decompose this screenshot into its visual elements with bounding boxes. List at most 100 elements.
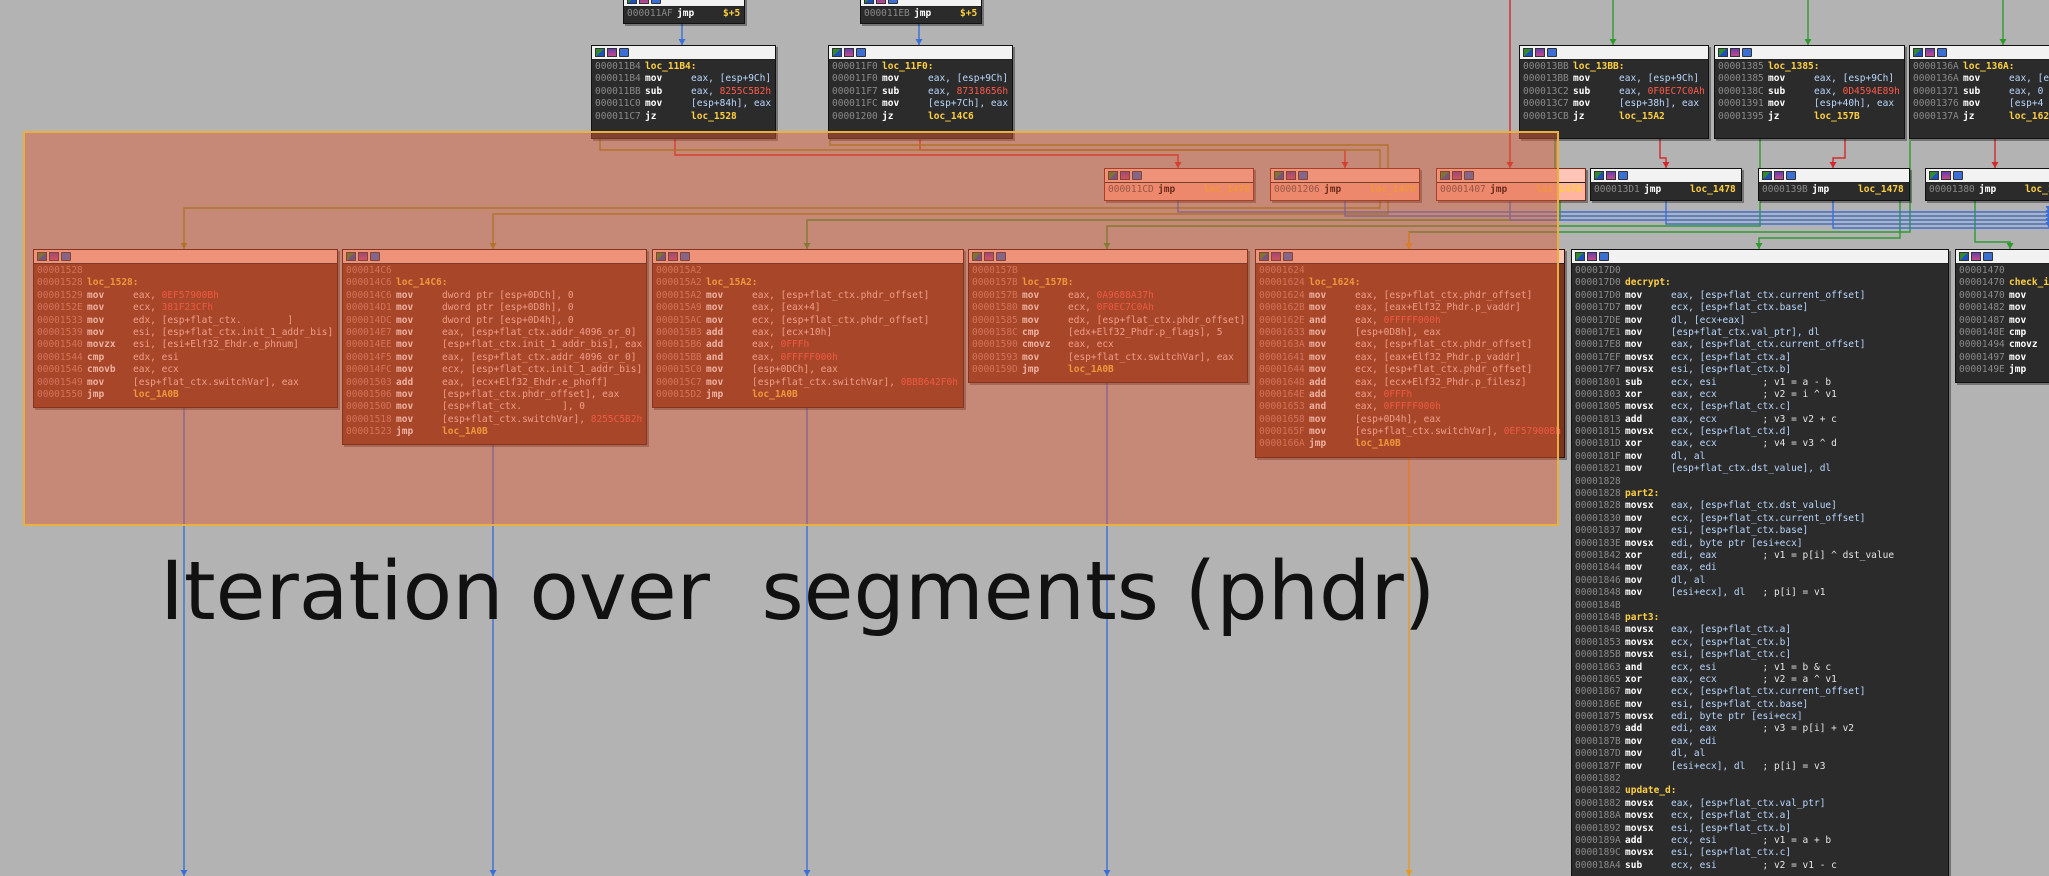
instruction-address: 00001837 [1575,525,1621,537]
instruction-mnemonic: add [1625,723,1643,735]
instruction-mnemonic: jmp [1979,184,1997,195]
graph-node-color-icon [595,48,605,57]
instruction-operand: eax, [esp+9Ch] [928,73,1009,85]
node-loc-136a[interactable]: 0000136A loc_136A: 0000136A mov eax, [e 00001… [1909,45,2049,139]
graph-node-group-icon [888,0,898,4]
instruction-mnemonic: movsx [1625,500,1654,512]
instruction-mnemonic: mov [1625,698,1643,710]
instruction-address: 000011B4 [595,61,641,72]
instruction-address: 0000183E [1575,537,1621,549]
instruction-mnemonic: mov [882,73,900,85]
node-jmp-1380[interactable]: 00001380 jmp loc_1478 [1925,168,2049,201]
graph-node-group-icon [1937,48,1947,57]
instruction-mnemonic: movsx [1625,636,1654,648]
instruction-mnemonic: mov [882,98,900,110]
instruction-address: 0000184B [1575,599,1621,611]
jump-target-link[interactable]: loc_14C6 [928,111,974,122]
asm-line: 00001470 [1959,265,2049,277]
jump-target-link[interactable]: loc_157B [1814,111,1860,122]
instruction-mnemonic: jz [1768,110,1780,122]
node-loc-11b4[interactable]: 000011B4 loc_11B4: 000011B4 mov eax, [esp+9C… [591,45,776,139]
instruction-operand: eax, [esp+flat_ctx.current_offset] [1671,339,1866,351]
instruction-mnemonic: mov [1625,760,1643,772]
instruction-address: 000013C7 [1523,98,1569,110]
instruction-mnemonic: add [1625,413,1643,425]
instruction-address: 0000187D [1575,748,1621,760]
instruction-mnemonic: jmp [2009,364,2027,376]
asm-line: 00001882 movsx eax, [esp+flat_ctx.val_ptr] [1575,798,1945,810]
instruction-address: 00001882 [1575,797,1621,809]
node-jmp-11af[interactable]: 000011AF jmp $+5 [623,0,745,24]
asm-line: 00001470 check_i [1959,277,2049,289]
asm-line: 000011FC mov [esp+7Ch], eax [832,98,1009,110]
instruction-address: 000017E1 [1575,326,1621,338]
instruction-address: 000013C2 [1523,85,1569,97]
edge-arrowhead [1103,870,1111,876]
instruction-mnemonic: movsx [1625,847,1654,859]
jump-target-link[interactable]: $+5 [960,8,977,19]
asm-line: 0000189A add ecx, esi ; v1 = a + b [1575,835,1945,847]
instruction-address: 000011B4 [595,73,641,85]
instruction-address: 000017EF [1575,351,1621,363]
jump-target-link[interactable]: loc_15A2 [1619,111,1665,122]
instruction-mnemonic: mov [2009,289,2027,301]
instruction-address: 000017E8 [1575,339,1621,351]
instruction-address: 000011EB [864,8,910,19]
node-loc-11f0[interactable]: 000011F0 loc_11F0: 000011F0 mov eax, [esp+9C… [828,45,1013,139]
node-check-i[interactable]: 00001470 00001470 check_i 00001470 mov 000014… [1955,249,2049,383]
instruction-mnemonic: and [1625,661,1643,673]
jump-target-link[interactable]: loc_1478 [1858,184,1904,195]
edge-arrowhead [2045,222,2049,228]
instruction-comment: ; v1 = b & c [1762,661,1832,673]
instruction-comment: ; v2 = a ^ v1 [1762,673,1837,685]
instruction-operand: [esp+flat_ctx.dst_value], dl [1671,463,1832,475]
instruction-address: 00001863 [1575,661,1621,673]
asm-line: 0000181F mov dl, al [1575,451,1945,463]
ida-graph-view[interactable]: 000011AF jmp $+5 000011EB jmp $+5 000011B4 lo… [0,0,2049,876]
instruction-mnemonic: mov [1625,463,1643,475]
asm-line: 0000138C sub eax, 0D4594E89h [1718,86,1901,98]
instruction-mnemonic: jmp [914,8,932,19]
instruction-comment: ; v3 = p[i] + v2 [1762,723,1855,735]
instruction-comment: ; p[i] = v3 [1762,760,1826,772]
instruction-mnemonic: movsx [1625,624,1654,636]
node-jmp-13d1[interactable]: 000013D1 jmp loc_1478 [1590,168,1742,201]
instruction-operand: esi, [esp+flat_ctx.b] [1671,364,1792,376]
instruction-mnemonic: mov [1625,302,1643,314]
graph-node-color-icon [1959,252,1969,261]
instruction-comment: ; v2 = i ^ v1 [1762,388,1837,400]
graph-node-edit-icon [1941,171,1951,180]
jump-target-link[interactable]: $+5 [723,8,740,19]
jump-target-link[interactable]: loc_1478 [2025,184,2049,195]
node-jmp-11eb[interactable]: 000011EB jmp $+5 [860,0,982,24]
instruction-address: 00001815 [1575,426,1621,438]
asm-line: 00001805 movsx ecx, [esp+flat_ctx.c] [1575,401,1945,413]
node-loc-1385[interactable]: 00001385 loc_1385: 00001385 mov eax, [esp+9C… [1714,45,1905,139]
instruction-address: 000017D0 [1575,277,1621,289]
instruction-address: 0000181D [1575,438,1621,450]
instruction-mnemonic: sub [1625,859,1643,871]
instruction-address: 0000136A [1913,61,1959,72]
instruction-address: 00001805 [1575,401,1621,413]
instruction-comment: ; v3 = v2 + c [1762,413,1837,425]
asm-line: 000013D1 jmp loc_1478 [1594,184,1738,196]
graph-node-group-icon [1618,171,1628,180]
jump-target-link[interactable]: loc_1528 [691,111,737,122]
instruction-mnemonic: mov [2009,302,2027,314]
instruction-operand: ecx, [esp+flat_ctx.base] [1671,302,1809,314]
instruction-operand: eax, [esp+flat_ctx.dst_value] [1671,500,1837,512]
jump-target-link[interactable]: loc_1478 [1690,184,1736,195]
asm-line: 00001200 jz loc_14C6 [832,111,1009,123]
instruction-address: 000011C7 [595,110,641,122]
node-decrypt[interactable]: 000017D0 000017D0 decrypt: 000017D0 mov eax, … [1571,249,1949,876]
instruction-operand: dl, al [1671,450,1706,462]
instruction-operand: esi, [esp+flat_ctx.b] [1671,822,1792,834]
instruction-mnemonic: mov [1625,289,1643,301]
instruction-operand: [esp+flat_ctx.val_ptr], dl [1671,326,1820,338]
asm-line: 000011BB sub eax, 8255C5B2h [595,86,772,98]
jump-target-link[interactable]: loc_162 [2009,111,2049,122]
node-loc-13bb[interactable]: 000013BB loc_13BB: 000013BB mov eax, [esp+9C… [1519,45,1709,139]
node-jmp-139b[interactable]: 0000139B jmp loc_1478 [1758,168,1910,201]
instruction-address: 0000187B [1575,735,1621,747]
instruction-address: 0000184B [1575,611,1621,623]
